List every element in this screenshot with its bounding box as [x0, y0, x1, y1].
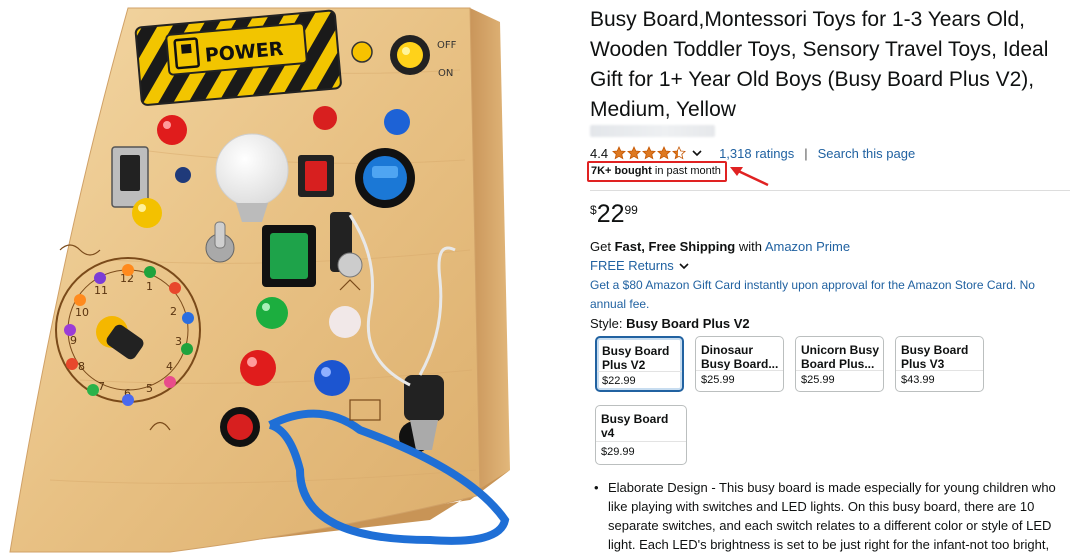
- svg-text:9: 9: [70, 334, 77, 347]
- style-option-name: Dinosaur Busy Board...: [701, 343, 779, 371]
- search-this-page-link[interactable]: Search this page: [818, 146, 916, 161]
- ratings-count-link[interactable]: 1,318 ratings: [719, 146, 794, 161]
- svg-text:8: 8: [78, 360, 85, 373]
- product-image[interactable]: POWER OFF ON 12 1 2 3 4 5 6 7 8 9 10 11: [0, 0, 530, 554]
- style-label: Style:: [590, 316, 627, 331]
- svg-text:4: 4: [166, 360, 173, 373]
- free-returns[interactable]: FREE Returns: [590, 258, 690, 273]
- svg-text:3: 3: [175, 335, 182, 348]
- feature-bullet: Elaborate Design - This busy board is ma…: [590, 478, 1070, 554]
- svg-text:1: 1: [146, 280, 153, 293]
- star-icon: [657, 146, 672, 160]
- rating-value: 4.4: [590, 145, 609, 161]
- swatch-divider: [596, 441, 686, 442]
- annotation-arrow-icon: [730, 167, 769, 187]
- style-option-price: $25.99: [801, 374, 835, 386]
- svg-text:10: 10: [75, 306, 89, 319]
- chevron-down-icon[interactable]: [691, 147, 703, 159]
- style-option-name: Busy Board Plus V2: [602, 344, 670, 372]
- style-option-name: Busy Board Plus V3: [901, 343, 969, 371]
- star-icon: [672, 146, 687, 160]
- style-option-busy-board-plus-v2[interactable]: Busy Board Plus V2 $22.99: [595, 336, 684, 392]
- svg-text:5: 5: [146, 382, 153, 395]
- bought-period: in past month: [651, 165, 721, 177]
- price-fraction: 99: [624, 203, 638, 217]
- style-option-price: $43.99: [901, 374, 935, 386]
- rating-row: 4.4 1,318 ratings | Search this page: [590, 143, 915, 163]
- shipping-fast-free: Fast, Free Shipping: [614, 239, 736, 254]
- gift-card-offer-text[interactable]: Get a $80 Amazon Gift Card instantly upo…: [590, 278, 1035, 311]
- style-option-price: $25.99: [701, 374, 735, 386]
- amazon-prime-link[interactable]: Amazon Prime: [765, 239, 850, 254]
- shipping-prefix: Get: [590, 239, 615, 254]
- gift-card-offer[interactable]: Get a $80 Amazon Gift Card instantly upo…: [590, 276, 1060, 314]
- svg-text:2: 2: [170, 305, 177, 318]
- bought-in-past-month-badge: 7K+ bought in past month: [587, 161, 727, 182]
- bought-count: 7K+ bought: [591, 165, 652, 177]
- style-option-busy-board-v4[interactable]: Busy Board v4 $29.99: [595, 405, 687, 465]
- feature-bullets: Elaborate Design - This busy board is ma…: [590, 478, 1070, 554]
- busy-board-image: POWER OFF ON 121 23 45 67 89 1011: [9, 7, 510, 553]
- price-whole: 22: [596, 200, 625, 228]
- chevron-down-icon[interactable]: [678, 260, 690, 272]
- shipping-info: Get Fast, Free Shipping with Amazon Prim…: [590, 239, 850, 254]
- free-returns-link[interactable]: FREE Returns: [590, 258, 674, 273]
- star-icon: [612, 146, 627, 160]
- style-label-row: Style: Busy Board Plus V2: [590, 316, 750, 331]
- style-option-price: $29.99: [601, 446, 635, 458]
- swatch-divider: [696, 370, 783, 371]
- style-option-price: $22.99: [602, 375, 636, 387]
- swatch-divider: [896, 370, 983, 371]
- style-option-name: Unicorn Busy Board Plus...: [801, 343, 880, 371]
- price-currency: $: [590, 203, 597, 217]
- on-label: ON: [438, 68, 453, 79]
- star-icon: [627, 146, 642, 160]
- style-option-unicorn-busy-board[interactable]: Unicorn Busy Board Plus... $25.99: [795, 336, 884, 392]
- rating-separator: |: [804, 145, 808, 161]
- star-rating[interactable]: [612, 146, 687, 160]
- style-option-name: Busy Board v4: [601, 412, 669, 440]
- style-option-dinosaur-busy-board[interactable]: Dinosaur Busy Board... $25.99: [695, 336, 784, 392]
- brand-store-link-blurred[interactable]: [590, 125, 715, 137]
- svg-text:11: 11: [94, 284, 108, 297]
- star-icon: [642, 146, 657, 160]
- price: $2299: [590, 199, 638, 231]
- style-option-busy-board-plus-v3[interactable]: Busy Board Plus V3 $43.99: [895, 336, 984, 392]
- shipping-middle: with: [735, 239, 765, 254]
- swatch-divider: [796, 370, 883, 371]
- style-selected-value: Busy Board Plus V2: [626, 316, 750, 331]
- svg-text:7: 7: [98, 380, 105, 393]
- swatch-divider: [597, 371, 682, 372]
- product-title: Busy Board,Montessori Toys for 1-3 Years…: [590, 8, 1049, 121]
- off-label: OFF: [437, 40, 457, 51]
- divider: [590, 190, 1070, 191]
